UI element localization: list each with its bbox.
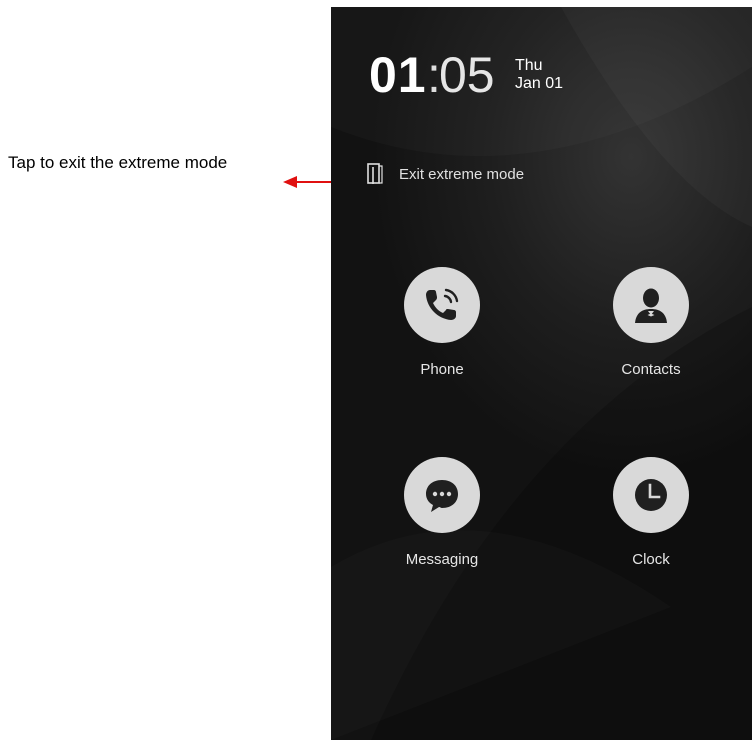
door-exit-icon (367, 163, 383, 184)
clock-icon (635, 479, 667, 511)
app-clock-circle (613, 457, 689, 533)
app-contacts[interactable]: Contacts (591, 267, 711, 378)
clock-hour: 01 (369, 47, 427, 103)
phone-icon (426, 288, 459, 320)
app-clock-label: Clock (632, 551, 670, 568)
exit-extreme-mode-button[interactable]: Exit extreme mode (367, 161, 524, 187)
messaging-icon (426, 480, 458, 512)
clock-day: Thu (515, 57, 543, 74)
page: Tap to exit the extreme mode 01 : 05 Thu… (0, 0, 752, 740)
app-clock[interactable]: Clock (591, 457, 711, 568)
app-messaging-label: Messaging (405, 551, 479, 568)
app-phone-circle (404, 267, 480, 343)
clock-minute: 05 (439, 47, 495, 103)
app-contacts-circle (613, 267, 689, 343)
clock-date: Jan 01 (515, 75, 564, 92)
exit-extreme-mode-label: Exit extreme mode (399, 165, 525, 183)
annotation-text: Tap to exit the extreme mode (8, 153, 228, 172)
contacts-icon (635, 288, 667, 323)
app-contacts-label: Contacts (621, 361, 681, 378)
app-messaging-circle (404, 457, 480, 533)
phone-screen: 01 : 05 Thu Jan 01 Exit extreme mode Pho… (331, 7, 752, 740)
app-messaging[interactable]: Messaging (382, 457, 502, 568)
app-phone[interactable]: Phone (382, 267, 502, 378)
app-phone-label: Phone (420, 361, 464, 378)
